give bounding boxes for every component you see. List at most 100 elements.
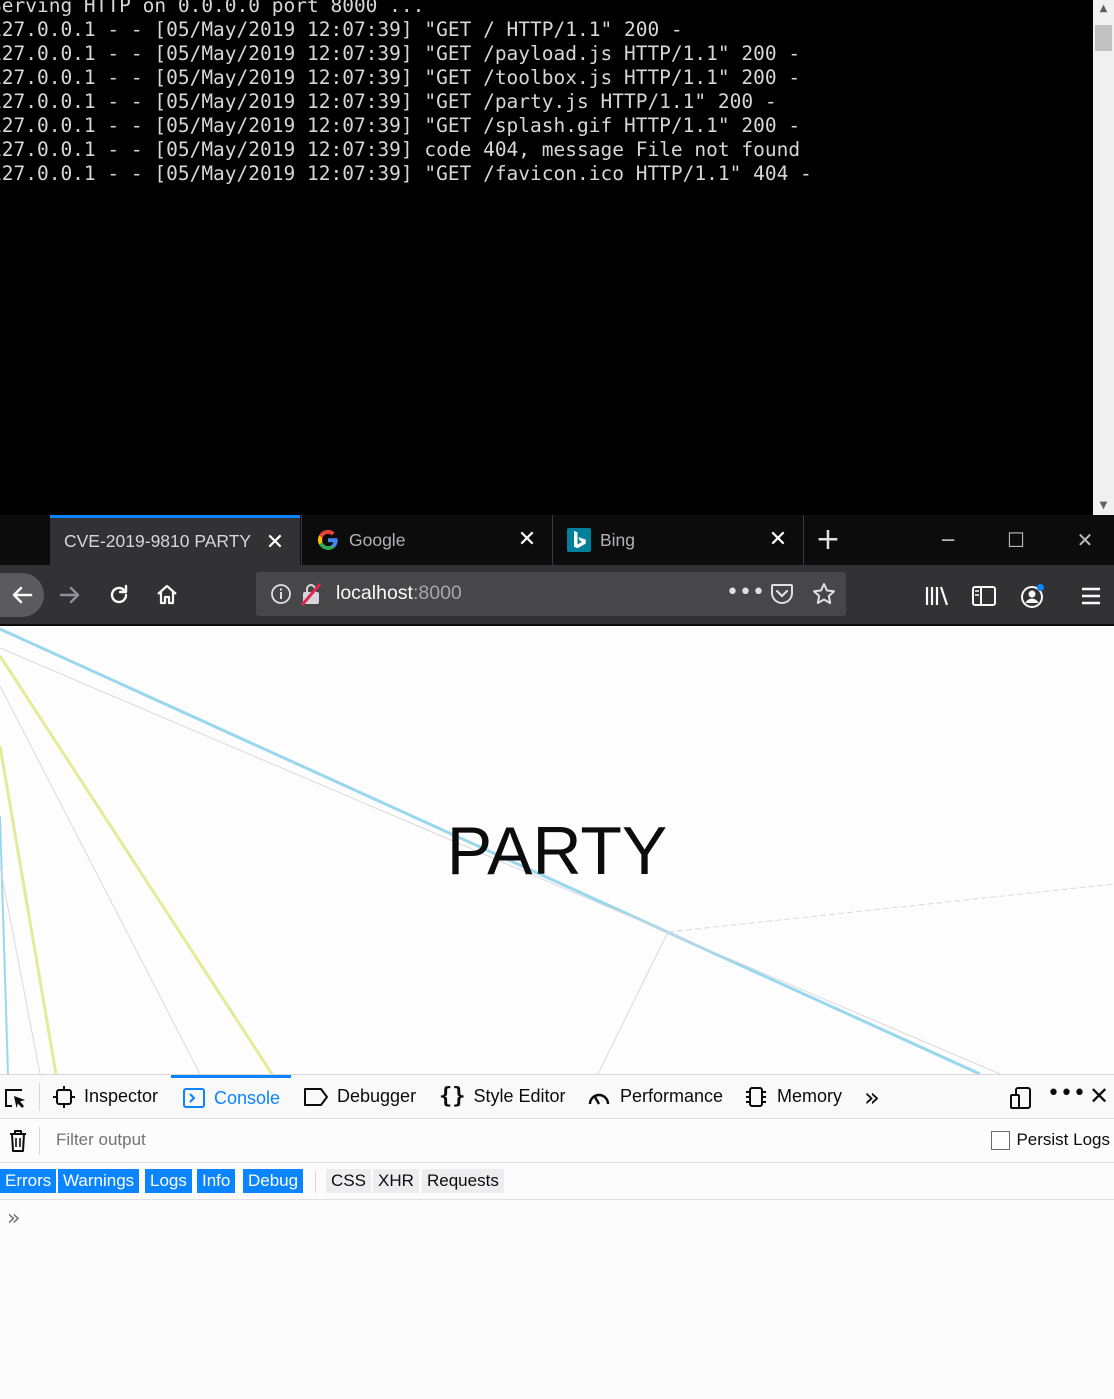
minimize-button[interactable]: ─ (926, 523, 970, 557)
persist-logs-checkbox[interactable] (991, 1130, 1011, 1150)
terminal-line: 127.0.0.1 - - [05/May/2019 12:07:39] "GE… (0, 18, 683, 41)
memory-icon (743, 1085, 769, 1109)
reload-button[interactable] (97, 573, 141, 617)
scrollbar-thumb[interactable] (1095, 25, 1112, 51)
log-level-filters: Errors Warnings Logs Info Debug CSS XHR … (0, 1163, 1114, 1200)
performance-icon (586, 1085, 612, 1109)
filter-logs-button[interactable]: Logs (145, 1169, 192, 1193)
terminal-line: 127.0.0.1 - - [05/May/2019 12:07:39] "GE… (0, 162, 812, 185)
devtools-panel: Inspector Console Debugger {} Style Edit… (0, 1074, 1114, 1399)
devtools-toolbar: Inspector Console Debugger {} Style Edit… (0, 1075, 1114, 1119)
tab-style-editor[interactable]: {} Style Editor (439, 1075, 566, 1118)
style-editor-icon: {} (439, 1084, 466, 1109)
persist-logs-toggle[interactable]: Persist Logs (991, 1130, 1110, 1150)
library-icon[interactable] (924, 584, 950, 608)
options-menu-icon[interactable]: ••• (1047, 1081, 1086, 1106)
close-tab-icon[interactable]: ✕ (767, 527, 789, 553)
back-button[interactable] (0, 573, 44, 617)
terminal-line: 127.0.0.1 - - [05/May/2019 12:07:39] cod… (0, 138, 801, 161)
trash-icon[interactable] (8, 1129, 28, 1153)
terminal-scrollbar[interactable]: ▲ ▼ (1093, 0, 1114, 515)
sidebar-icon[interactable] (971, 584, 997, 608)
maximize-button[interactable]: ☐ (994, 523, 1038, 557)
terminal-window: Serving HTTP on 0.0.0.0 port 8000 ... 12… (0, 0, 1114, 515)
terminal-line: 127.0.0.1 - - [05/May/2019 12:07:39] "GE… (0, 42, 801, 65)
page-content: PARTY (0, 626, 1114, 1074)
url-text[interactable]: localhost:8000 (336, 582, 462, 605)
toolbar-divider (39, 1083, 40, 1111)
levels-divider (315, 1171, 316, 1193)
scroll-down-icon[interactable]: ▼ (1093, 497, 1114, 515)
terminal-line: Serving HTTP on 0.0.0.0 port 8000 ... (0, 0, 425, 17)
home-button[interactable] (145, 573, 189, 617)
filter-warnings-button[interactable]: Warnings (58, 1169, 140, 1193)
tab-label: Memory (777, 1086, 843, 1106)
debugger-icon (303, 1086, 329, 1108)
insecure-lock-icon[interactable] (300, 582, 322, 606)
filter-requests-button[interactable]: Requests (422, 1169, 504, 1193)
reload-icon (110, 584, 128, 604)
responsive-design-icon[interactable] (1008, 1085, 1034, 1111)
more-tools-icon[interactable]: » (864, 1083, 880, 1113)
filter-info-button[interactable]: Info (197, 1169, 236, 1193)
tab-label: Performance (620, 1086, 724, 1106)
info-icon[interactable] (270, 583, 292, 605)
persist-logs-label: Persist Logs (1016, 1130, 1110, 1149)
party-title: PARTY (446, 813, 668, 889)
scroll-up-icon[interactable]: ▲ (1093, 0, 1114, 18)
url-host: localhost (336, 582, 413, 604)
close-tab-icon[interactable]: ✕ (264, 530, 286, 556)
url-bar[interactable]: localhost:8000 ••• (256, 572, 846, 616)
bookmark-star-icon[interactable] (812, 582, 836, 606)
terminal-output: Serving HTTP on 0.0.0.0 port 8000 ... 12… (0, 0, 1084, 186)
inspector-icon (52, 1085, 76, 1109)
tab-bing[interactable]: Bing ✕ (553, 515, 803, 565)
tab-debugger[interactable]: Debugger (303, 1075, 416, 1118)
close-tab-icon[interactable]: ✕ (516, 527, 538, 553)
browser-tab-bar: CVE-2019-9810 PARTY ✕ Google ✕ Bing ✕ + … (0, 515, 1114, 565)
forward-arrow-icon (59, 586, 80, 604)
party-line (597, 931, 669, 1074)
filter-debug-button[interactable]: Debug (243, 1169, 304, 1193)
tab-label: Debugger (337, 1086, 417, 1106)
tab-title: Google (349, 529, 406, 550)
tab-divider (803, 515, 804, 565)
account-icon[interactable] (1019, 582, 1047, 610)
tab-console[interactable]: Console (171, 1075, 291, 1118)
tab-inspector[interactable]: Inspector (52, 1075, 158, 1118)
console-filter-bar: Filter output Persist Logs (0, 1119, 1114, 1163)
menu-icon[interactable] (1080, 584, 1102, 608)
tab-label: Inspector (84, 1086, 159, 1106)
filter-errors-button[interactable]: Errors (0, 1169, 57, 1193)
forward-button[interactable] (48, 573, 92, 617)
console-icon (182, 1087, 206, 1109)
tab-label: Console (214, 1087, 281, 1108)
filter-xhr-button[interactable]: XHR (373, 1169, 419, 1193)
tab-performance[interactable]: Performance (586, 1075, 723, 1118)
tab-label: Style Editor (473, 1086, 566, 1106)
tab-title: CVE-2019-9810 PARTY (64, 531, 252, 551)
console-input-prompt-icon[interactable]: » (7, 1206, 20, 1231)
filter-css-button[interactable]: CSS (326, 1169, 371, 1193)
tab-cve-party[interactable]: CVE-2019-9810 PARTY ✕ (50, 515, 300, 565)
bing-icon (567, 528, 591, 552)
close-window-button[interactable]: ✕ (1063, 523, 1107, 557)
new-tab-button[interactable]: + (808, 523, 848, 557)
page-actions-icon[interactable]: ••• (726, 580, 765, 605)
url-port: :8000 (412, 582, 462, 604)
tab-google[interactable]: Google ✕ (302, 515, 552, 565)
close-devtools-icon[interactable]: ✕ (1089, 1082, 1109, 1110)
element-picker-icon[interactable] (4, 1087, 28, 1109)
party-line (667, 883, 1114, 933)
back-arrow-icon (12, 586, 33, 604)
home-icon (157, 584, 177, 605)
pocket-icon[interactable] (770, 583, 794, 605)
filter-output-input[interactable]: Filter output (56, 1130, 146, 1150)
terminal-line: 127.0.0.1 - - [05/May/2019 12:07:39] "GE… (0, 90, 777, 113)
party-line (0, 865, 41, 1074)
filter-divider (39, 1127, 40, 1155)
terminal-line: 127.0.0.1 - - [05/May/2019 12:07:39] "GE… (0, 66, 801, 89)
browser-nav-bar: localhost:8000 ••• (0, 565, 1114, 625)
tab-memory[interactable]: Memory (743, 1075, 842, 1118)
tab-title: Bing (600, 529, 636, 550)
